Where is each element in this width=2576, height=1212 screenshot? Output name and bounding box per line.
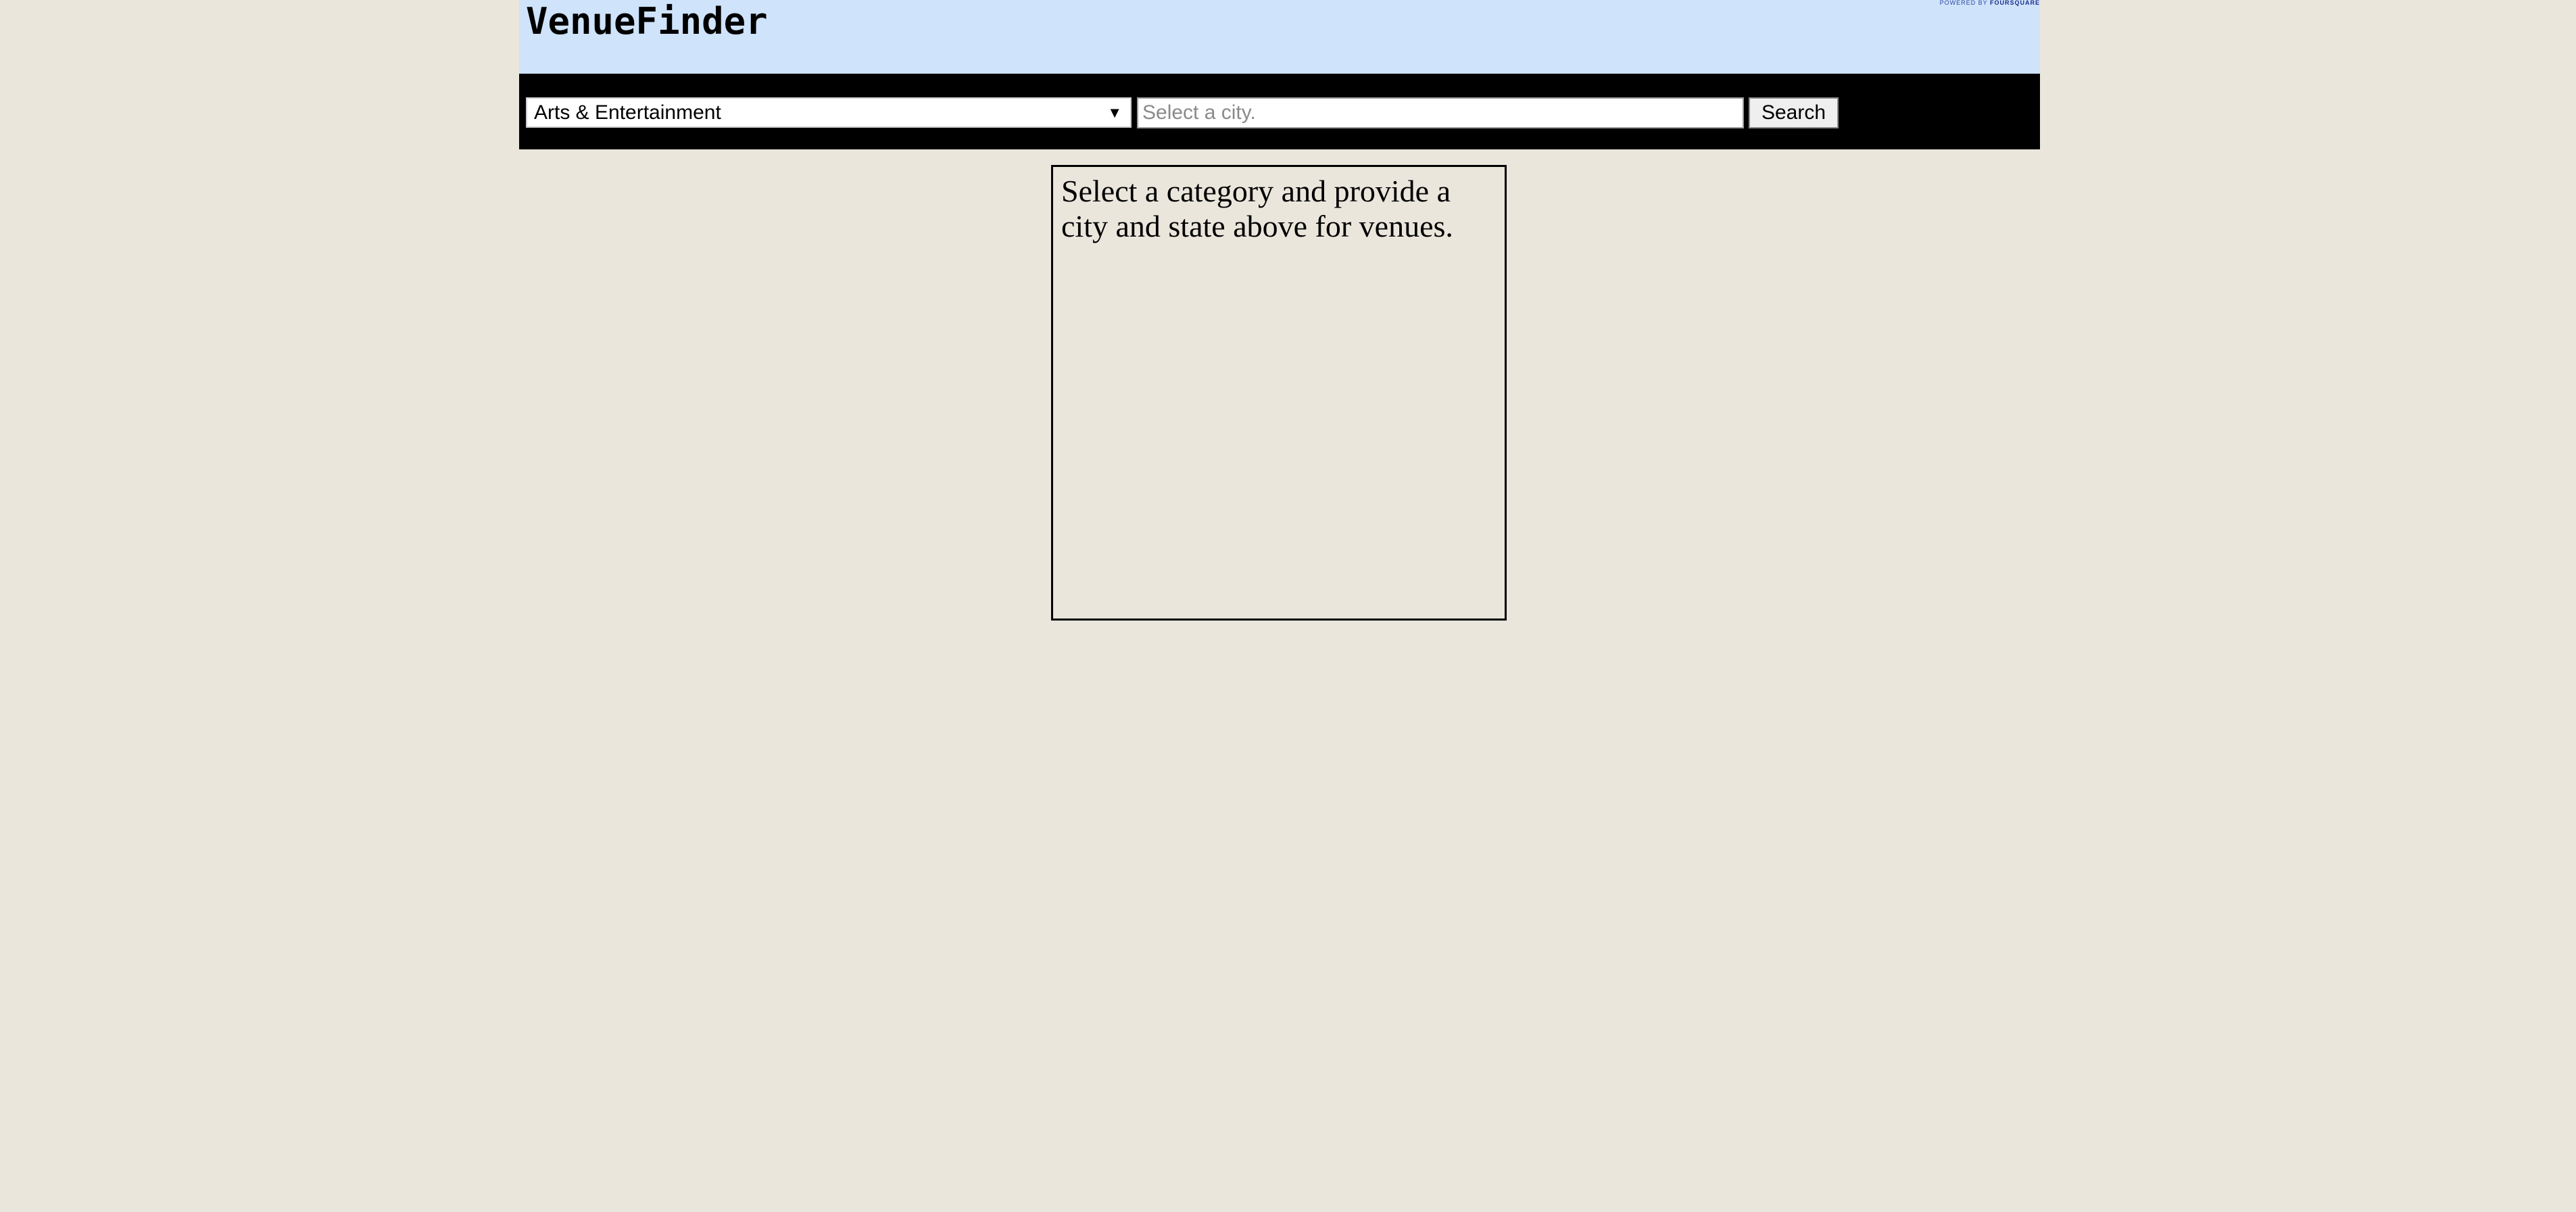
city-input[interactable] <box>1137 97 1744 128</box>
results-message: Select a category and provide a city and… <box>1061 174 1453 243</box>
app-title: VenueFinder <box>526 0 768 43</box>
powered-by-foursquare-logo: Powered by Foursquare <box>1940 0 2040 6</box>
category-select[interactable]: Arts & Entertainment ▼ <box>526 97 1132 128</box>
app-container: VenueFinder Powered by Foursquare Arts &… <box>519 0 2040 149</box>
results-panel: Select a category and provide a city and… <box>1051 165 1507 621</box>
search-button[interactable]: Search <box>1749 97 1839 128</box>
header-bar: VenueFinder Powered by Foursquare <box>519 0 2040 74</box>
powered-by-prefix: Powered by <box>1939 0 1990 6</box>
powered-by-brand: Foursquare <box>1989 0 2040 6</box>
category-selected-value: Arts & Entertainment <box>534 101 721 124</box>
dropdown-arrow-icon: ▼ <box>1107 104 1122 121</box>
search-toolbar: Arts & Entertainment ▼ Search <box>519 74 2040 149</box>
